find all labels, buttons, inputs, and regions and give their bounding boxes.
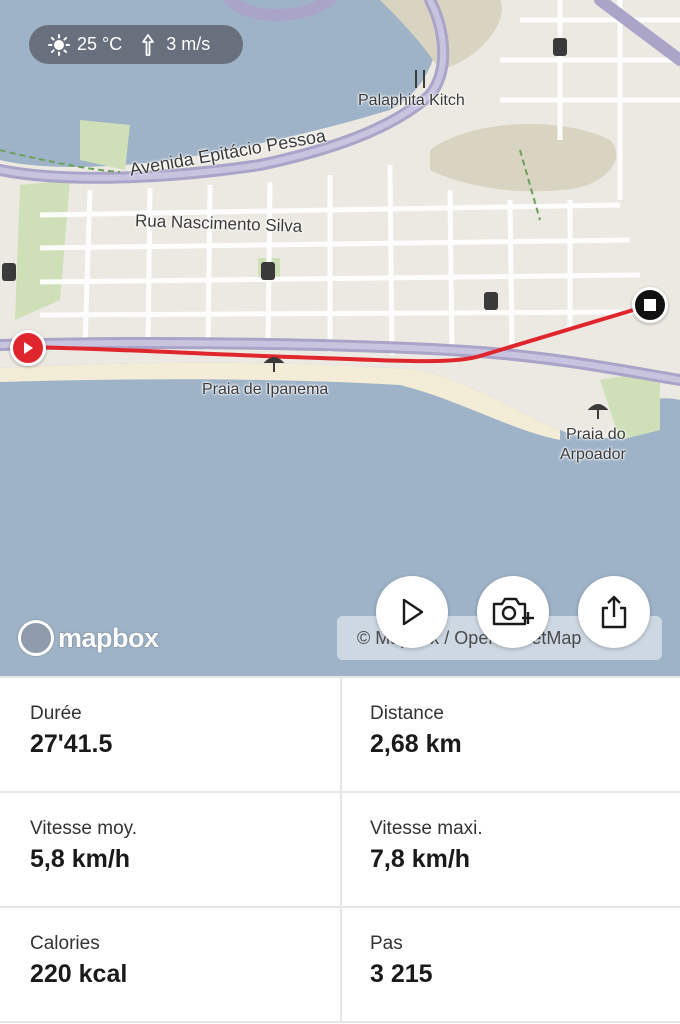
share-icon	[601, 595, 627, 629]
stop-icon	[644, 299, 656, 311]
activity-stats: Durée 27'41.5 Distance 2,68 km Vitesse m…	[0, 676, 680, 1024]
beach-label-arpoador-1: Praia do	[566, 426, 626, 443]
weather-info: 25 °C 3 m/s	[29, 25, 243, 64]
add-photo-icon	[492, 597, 534, 626]
replay-button[interactable]	[376, 576, 448, 648]
wind-direction-icon	[136, 33, 160, 57]
stat-label: Distance	[370, 703, 444, 724]
stat-value: 2,68 km	[370, 730, 462, 758]
play-icon	[402, 598, 424, 626]
route-map[interactable]: Avenida Epitácio Pessoa Rua Nascimento S…	[0, 0, 680, 676]
mapbox-logo: mapbox	[18, 620, 159, 656]
beach-label-ipanema: Praia de Ipanema	[202, 381, 329, 398]
add-photo-button[interactable]	[477, 576, 549, 648]
map-background	[0, 0, 680, 676]
stat-value: 27'41.5	[30, 730, 113, 758]
stat-value: 3 215	[370, 960, 433, 988]
beach-label-arpoador-2: Arpoador	[560, 446, 626, 463]
stat-value: 220 kcal	[30, 960, 128, 988]
sun-icon	[47, 33, 71, 57]
mapbox-logo-text: mapbox	[58, 622, 159, 653]
stat-label: Pas	[370, 933, 403, 954]
stat-steps: Pas 3 215	[340, 908, 680, 1023]
stat-calories: Calories 220 kcal	[0, 908, 340, 1023]
stat-value: 5,8 km/h	[30, 845, 131, 873]
stat-value: 7,8 km/h	[370, 845, 471, 873]
stat-max-speed: Vitesse maxi. 7,8 km/h	[340, 793, 680, 908]
stat-distance: Distance 2,68 km	[340, 678, 680, 793]
poi-label-palaphita: Palaphita Kitch	[358, 92, 465, 109]
stat-duration: Durée 27'41.5	[0, 678, 340, 793]
stat-avg-speed: Vitesse moy. 5,8 km/h	[0, 793, 340, 908]
route-end-marker	[632, 287, 668, 323]
route-start-marker	[10, 330, 46, 366]
stat-label: Durée	[30, 703, 82, 724]
start-play-icon	[24, 342, 33, 354]
mapbox-logo-icon	[18, 620, 54, 656]
stat-label: Calories	[30, 933, 100, 954]
temperature-value: 25 °C	[77, 34, 123, 54]
wind-value: 3 m/s	[166, 34, 211, 54]
share-button[interactable]	[578, 576, 650, 648]
stat-label: Vitesse maxi.	[370, 818, 483, 839]
stat-label: Vitesse moy.	[30, 818, 138, 839]
